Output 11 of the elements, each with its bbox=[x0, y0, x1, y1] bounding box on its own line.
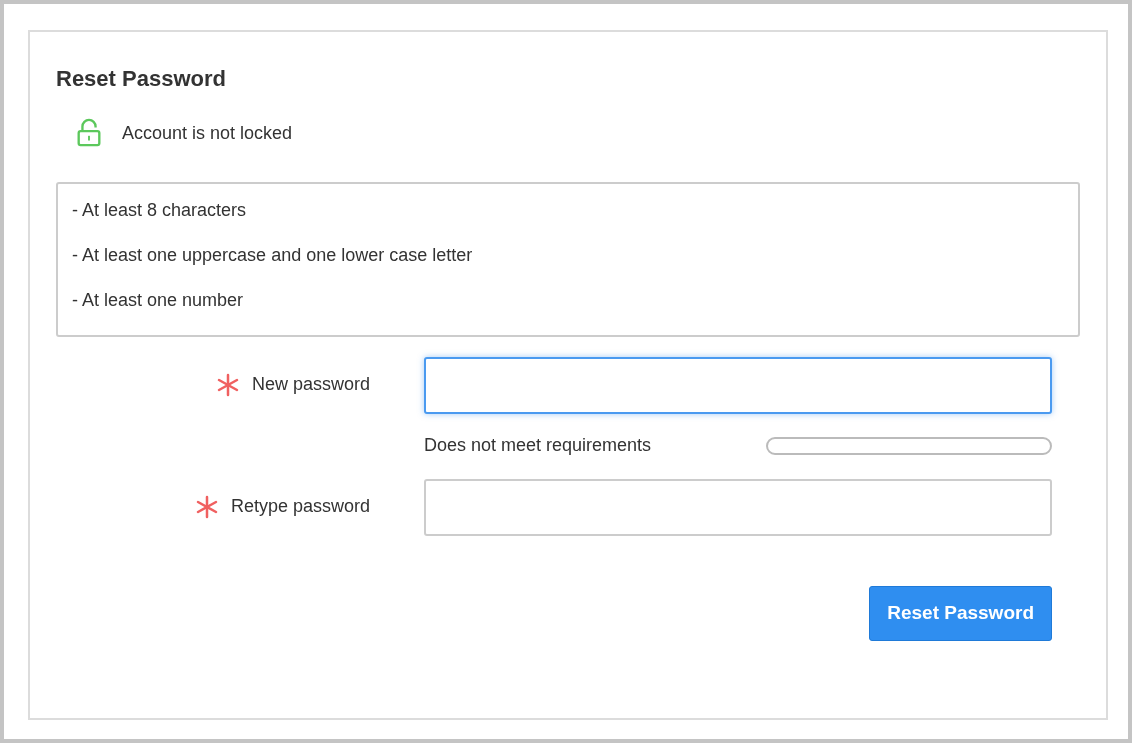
requirement-text: - At least one uppercase and one lower case letter bbox=[72, 245, 474, 267]
form-title: Reset Password bbox=[56, 66, 227, 93]
password-field[interactable] bbox=[424, 357, 1052, 415]
reset-password-button[interactable]: Reset Password bbox=[869, 586, 1052, 641]
lock-status-text: Account is not locked bbox=[122, 121, 293, 145]
strength-text: Does not meet requirements bbox=[424, 434, 652, 458]
requirement-text: - At least one number bbox=[72, 289, 245, 312]
password-field[interactable] bbox=[424, 479, 1052, 537]
field-label: Retype password bbox=[230, 495, 370, 519]
field-label: New password bbox=[251, 373, 370, 397]
requirement-text: - At least 8 characters bbox=[72, 200, 248, 222]
